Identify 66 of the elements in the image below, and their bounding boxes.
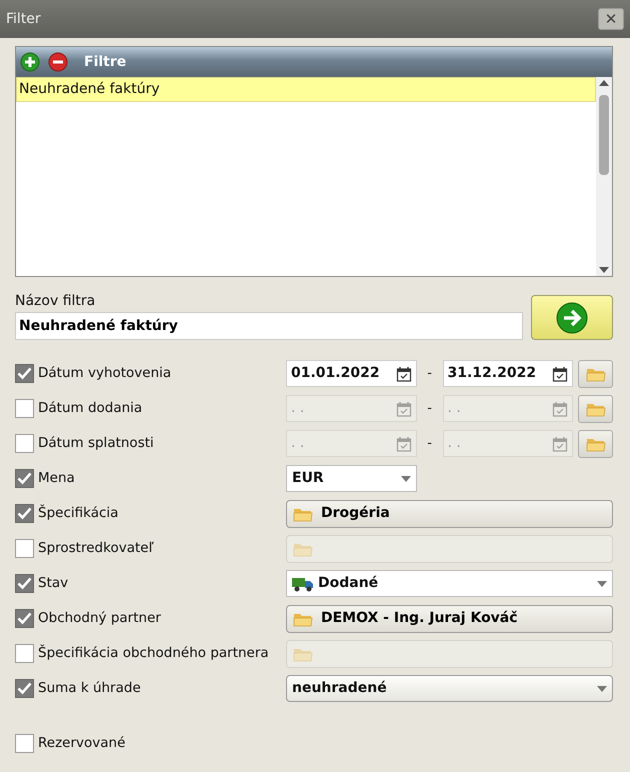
- arrow-right-icon: [556, 302, 588, 334]
- checkbox[interactable]: [15, 469, 34, 488]
- checkbox[interactable]: [15, 574, 34, 593]
- dropdown-value: Dodané: [318, 574, 380, 593]
- caret-icon: [597, 580, 607, 586]
- checkbox[interactable]: [15, 434, 34, 453]
- checkbox[interactable]: [15, 609, 34, 628]
- checkbox[interactable]: [15, 399, 34, 418]
- calendar-icon: [552, 436, 568, 452]
- dropdown-value: neuhradené: [292, 679, 388, 698]
- remove-icon: [48, 52, 68, 72]
- add-icon: [20, 52, 40, 72]
- checkbox-label: Suma k úhrade: [38, 679, 142, 698]
- checkbox-label: Dátum dodania: [38, 399, 144, 418]
- close-button[interactable]: ✕: [598, 8, 624, 30]
- calendar-icon: [396, 400, 412, 416]
- separator: -: [426, 400, 433, 418]
- checkbox-label: Mena: [38, 469, 76, 488]
- date-value: . .: [448, 434, 461, 453]
- checkbox[interactable]: [15, 734, 34, 753]
- caret-icon: [401, 476, 411, 482]
- folder-button[interactable]: [578, 430, 613, 458]
- separator: -: [426, 434, 433, 453]
- panel-title: Filtre: [84, 52, 126, 72]
- checkbox-label: Stav: [38, 574, 70, 594]
- checkbox-label: Dátum splatnosti: [38, 434, 155, 454]
- checkbox-label: Sprostredkovateľ: [38, 539, 155, 558]
- field-label: Názov filtra: [15, 292, 96, 311]
- truck-icon: [292, 576, 314, 592]
- calendar-icon: [396, 366, 412, 382]
- dropdown[interactable]: Dodané: [286, 570, 613, 597]
- dropdown[interactable]: neuhradené: [286, 675, 613, 702]
- calendar-icon: [552, 400, 568, 416]
- checkbox[interactable]: [15, 539, 34, 558]
- window-title: Filter: [6, 10, 41, 28]
- checkbox-label: Špecifikácia: [38, 504, 120, 524]
- date-field[interactable]: 01.01.2022: [286, 360, 417, 387]
- checkbox[interactable]: [15, 504, 34, 523]
- scrollbar[interactable]: [596, 77, 612, 276]
- dropdown[interactable]: EUR: [286, 465, 417, 492]
- picker-button[interactable]: Drogéria: [286, 500, 613, 528]
- date-value: 01.01.2022: [291, 364, 380, 383]
- date-value: 31.12.2022: [448, 364, 536, 383]
- date-value: . .: [291, 399, 304, 418]
- calendar-icon: [552, 366, 568, 382]
- checkbox-label: Obchodný partner: [38, 609, 162, 628]
- picker-button[interactable]: DEMOX - Ing. Juraj Kováč: [286, 604, 613, 632]
- checkbox[interactable]: [15, 364, 34, 383]
- checkbox-label: Rezervované: [38, 734, 126, 754]
- checkbox[interactable]: [15, 679, 34, 698]
- date-field[interactable]: 31.12.2022: [442, 360, 574, 387]
- caret-icon: [597, 686, 607, 692]
- separator: -: [426, 364, 433, 383]
- filter-name-field[interactable]: Neuhradené faktúry: [15, 312, 523, 340]
- folder-button[interactable]: [578, 394, 613, 422]
- date-value: . .: [291, 434, 304, 453]
- list-item[interactable]: Neuhradené faktúry: [16, 77, 596, 102]
- folder-button[interactable]: [578, 360, 613, 388]
- dropdown-value: EUR: [292, 469, 325, 488]
- scroll-thumb[interactable]: [599, 95, 609, 175]
- checkbox-label: Dátum vyhotovenia: [38, 364, 172, 384]
- apply-button[interactable]: [531, 295, 613, 340]
- checkbox-label: Špecifikácia obchodného partnera: [38, 644, 270, 664]
- date-value: . .: [448, 399, 461, 418]
- checkbox[interactable]: [15, 644, 34, 663]
- calendar-icon: [396, 436, 412, 452]
